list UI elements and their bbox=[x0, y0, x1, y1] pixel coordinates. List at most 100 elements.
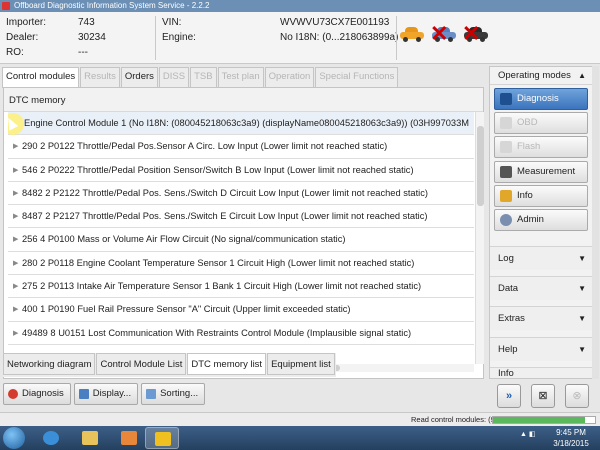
dtc-row[interactable]: ▶ 546 2 P0222 Throttle/Pedal Position Sen… bbox=[8, 159, 474, 182]
tab-diss[interactable]: DISS bbox=[158, 67, 190, 87]
ro-value: --- bbox=[78, 47, 88, 58]
tab-test-plan[interactable]: Test plan bbox=[217, 67, 264, 87]
tab-equipment-list[interactable]: Equipment list bbox=[267, 353, 335, 375]
sorting-button[interactable]: Sorting... bbox=[141, 383, 206, 405]
tab-networking-diagram[interactable]: Networking diagram bbox=[3, 353, 96, 375]
right-panel-scrollbar[interactable] bbox=[592, 66, 599, 379]
meter-icon bbox=[500, 166, 512, 178]
taskbar-explorer-icon[interactable] bbox=[73, 427, 107, 449]
expand-arrow-icon[interactable]: ▶ bbox=[13, 275, 18, 298]
window-title: Offboard Diagnostic Information System S… bbox=[14, 1, 210, 10]
taskbar-odis-icon[interactable] bbox=[145, 427, 179, 449]
expand-arrow-icon[interactable]: ▶ bbox=[13, 252, 18, 275]
section-info-label: Info bbox=[498, 368, 514, 378]
taskbar-ie-icon[interactable] bbox=[34, 427, 68, 449]
mode-obd-label: OBD bbox=[517, 117, 538, 128]
dealer-value: 30234 bbox=[78, 32, 106, 43]
section-info[interactable]: Info bbox=[490, 367, 592, 378]
expand-arrow-icon[interactable]: ▶ bbox=[13, 135, 18, 158]
start-button[interactable] bbox=[3, 427, 25, 449]
dtc-row[interactable]: ▶ 280 2 P0118 Engine Coolant Temperature … bbox=[8, 252, 474, 276]
expand-chevron-icon[interactable]: ▼ bbox=[578, 277, 586, 301]
dtc-row-label: 49489 8 U0151 Lost Communication With Re… bbox=[22, 327, 412, 338]
dtc-row[interactable]: ▶ 256 4 P0100 Mass or Volume Air Flow Cir… bbox=[8, 228, 474, 252]
cursor-highlight bbox=[8, 113, 24, 135]
progress-bar bbox=[492, 416, 596, 424]
vin-value: WVWVU73CX7E001193 bbox=[280, 17, 390, 28]
expand-arrow-icon[interactable]: ▶ bbox=[13, 322, 18, 345]
expand-chevron-icon[interactable]: ▼ bbox=[578, 247, 586, 271]
mode-info-button[interactable]: Info bbox=[494, 185, 588, 207]
expand-chevron-icon[interactable]: ▼ bbox=[578, 338, 586, 362]
expand-arrow-icon[interactable]: ▶ bbox=[13, 182, 18, 205]
operating-modes-header[interactable]: Operating modes ▲ bbox=[490, 67, 592, 85]
tab-tsb[interactable]: TSB bbox=[190, 67, 217, 87]
vertical-scrollbar[interactable] bbox=[475, 112, 484, 364]
dtc-row-label: 8482 2 P2122 Throttle/Pedal Pos. Sens./S… bbox=[22, 187, 428, 198]
importer-value: 743 bbox=[78, 17, 95, 28]
section-help-label: Help bbox=[498, 344, 518, 355]
section-log[interactable]: Log ▼ bbox=[490, 246, 592, 270]
system-tray-icons[interactable]: ▲ ◧ bbox=[520, 430, 536, 438]
clock-time: 9:45 PM bbox=[556, 428, 586, 437]
car-crossed-icon[interactable]: ✕ bbox=[430, 23, 456, 45]
tab-results[interactable]: Results bbox=[80, 67, 120, 87]
mode-measurement-button[interactable]: Measurement bbox=[494, 161, 588, 183]
ecu-row-label: Engine Control Module 1 (No I18N: (08004… bbox=[24, 118, 469, 128]
expand-arrow-icon[interactable]: ▶ bbox=[13, 228, 18, 251]
view-tabs: Networking diagram Control Module List D… bbox=[3, 353, 336, 377]
dtc-row[interactable]: ▶ 290 2 P0122 Throttle/Pedal Pos.Sensor A… bbox=[8, 135, 474, 159]
fit-view-button[interactable]: ⊠ bbox=[531, 384, 555, 408]
engine-label: Engine: bbox=[162, 32, 196, 43]
sorting-button-label: Sorting... bbox=[160, 388, 199, 399]
section-data-label: Data bbox=[498, 283, 519, 294]
expand-arrow-icon[interactable]: ▶ bbox=[13, 298, 18, 321]
dtc-row[interactable]: ▶ 275 2 P0113 Intake Air Temperature Sens… bbox=[8, 275, 474, 299]
clock-date: 3/18/2015 bbox=[553, 439, 589, 448]
scrollbar-thumb[interactable] bbox=[477, 126, 484, 206]
clock[interactable]: 9:45 PM 3/18/2015 bbox=[546, 427, 596, 449]
taskbar: ▲ ◧ 9:45 PM 3/18/2015 bbox=[0, 426, 600, 450]
dtc-memory-panel: DTC memory Engine Control Module 1 (No I… bbox=[3, 87, 484, 379]
mode-obd-button[interactable]: OBD bbox=[494, 112, 588, 134]
dtc-row[interactable]: ▶ 8482 2 P2122 Throttle/Pedal Pos. Sens./… bbox=[8, 182, 474, 206]
car-crossed-icon[interactable]: ✕ bbox=[462, 23, 488, 45]
tab-control-module-list[interactable]: Control Module List bbox=[96, 353, 187, 375]
tab-dtc-memory-list[interactable]: DTC memory list bbox=[187, 353, 267, 375]
operating-modes-panel: Operating modes ▲ Diagnosis OBD Flash Me… bbox=[489, 66, 593, 379]
section-data[interactable]: Data ▼ bbox=[490, 276, 592, 300]
stethoscope-icon bbox=[500, 93, 512, 105]
expand-arrow-icon[interactable]: ▶ bbox=[13, 205, 18, 228]
tab-operation[interactable]: Operation bbox=[264, 67, 315, 87]
ecu-row[interactable]: Engine Control Module 1 (No I18N: (08004… bbox=[8, 112, 474, 136]
section-extras[interactable]: Extras ▼ bbox=[490, 306, 592, 330]
expand-chevron-icon[interactable]: ▼ bbox=[578, 307, 586, 331]
diagnosis-button[interactable]: Diagnosis bbox=[3, 383, 71, 405]
cancel-button[interactable]: ⊗ bbox=[565, 384, 589, 408]
collapse-chevron-icon[interactable]: ▲ bbox=[578, 67, 586, 85]
display-button[interactable]: Display... bbox=[73, 383, 139, 405]
action-bar: Diagnosis Display... Sorting... bbox=[3, 383, 206, 405]
taskbar-media-icon[interactable] bbox=[112, 427, 146, 449]
forward-button[interactable]: » bbox=[497, 384, 521, 408]
sorting-icon bbox=[146, 389, 157, 399]
dtc-row[interactable]: ▶ 8487 2 P2127 Throttle/Pedal Pos. Sens./… bbox=[8, 205, 474, 229]
tab-special-functions[interactable]: Special Functions bbox=[315, 67, 399, 87]
stop-icon bbox=[8, 389, 18, 399]
diagnosis-button-label: Diagnosis bbox=[22, 388, 64, 399]
mode-flash-button[interactable]: Flash bbox=[494, 136, 588, 158]
mouse-cursor-icon bbox=[8, 115, 19, 131]
dtc-row[interactable]: ▶ 49489 8 U0151 Lost Communication With R… bbox=[8, 322, 474, 345]
mode-diagnosis-button[interactable]: Diagnosis bbox=[494, 88, 588, 110]
vehicle-status-icons: ✕ ✕ bbox=[400, 23, 488, 45]
mode-diagnosis-label: Diagnosis bbox=[517, 93, 559, 104]
mode-admin-button[interactable]: Admin bbox=[494, 209, 588, 231]
dtc-row[interactable]: ▶ 400 1 P0190 Fuel Rail Pressure Sensor "… bbox=[8, 298, 474, 322]
section-help[interactable]: Help ▼ bbox=[490, 337, 592, 361]
vehicle-info: VIN: WVWVU73CX7E001193 Engine: No I18N: (0… bbox=[162, 15, 398, 45]
tab-orders[interactable]: Orders bbox=[120, 67, 158, 87]
expand-arrow-icon[interactable]: ▶ bbox=[13, 159, 18, 182]
obd-icon bbox=[500, 117, 512, 129]
car-icon[interactable] bbox=[400, 26, 424, 42]
tab-control-modules[interactable]: Control modules bbox=[2, 67, 80, 88]
